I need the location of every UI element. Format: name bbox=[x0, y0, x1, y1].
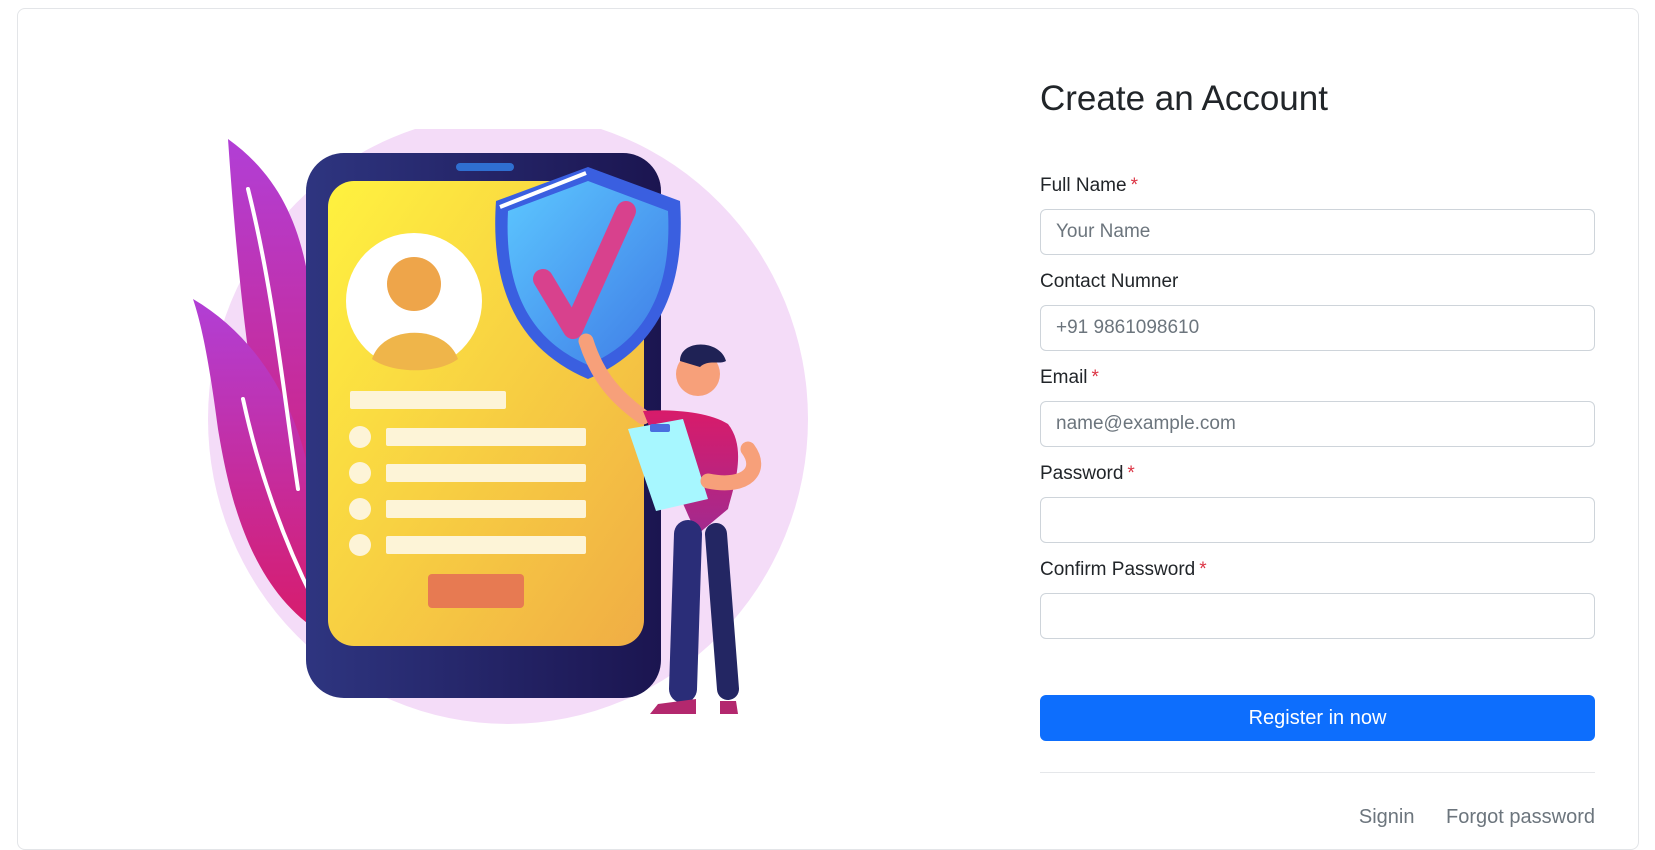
divider bbox=[1040, 772, 1595, 773]
signin-link[interactable]: Signin bbox=[1359, 806, 1415, 828]
required-marker: * bbox=[1130, 175, 1138, 196]
confirm-password-label: Confirm Password * bbox=[1040, 559, 1207, 580]
auth-links: Signin Forgot password bbox=[1333, 806, 1595, 829]
email-input[interactable] bbox=[1040, 401, 1595, 447]
signup-illustration bbox=[188, 114, 828, 769]
contact-number-input[interactable] bbox=[1040, 305, 1595, 351]
illustration-svg bbox=[193, 114, 808, 724]
confirm-password-input[interactable] bbox=[1040, 593, 1595, 639]
full-name-label: Full Name * bbox=[1040, 175, 1138, 196]
email-label: Email * bbox=[1040, 367, 1099, 388]
required-marker: * bbox=[1091, 367, 1099, 388]
forgot-password-link[interactable]: Forgot password bbox=[1446, 806, 1595, 828]
register-card: Create an Account Full Name* Contact Num… bbox=[17, 8, 1639, 850]
page-title: Create an Account bbox=[1040, 79, 1328, 118]
password-input[interactable] bbox=[1040, 497, 1595, 543]
register-button[interactable]: Register in now bbox=[1040, 695, 1595, 741]
required-marker: * bbox=[1199, 559, 1207, 580]
required-marker: * bbox=[1127, 463, 1135, 484]
password-label: Password * bbox=[1040, 463, 1135, 484]
full-name-input[interactable] bbox=[1040, 209, 1595, 255]
contact-number-label: Contact Numner bbox=[1040, 271, 1179, 292]
